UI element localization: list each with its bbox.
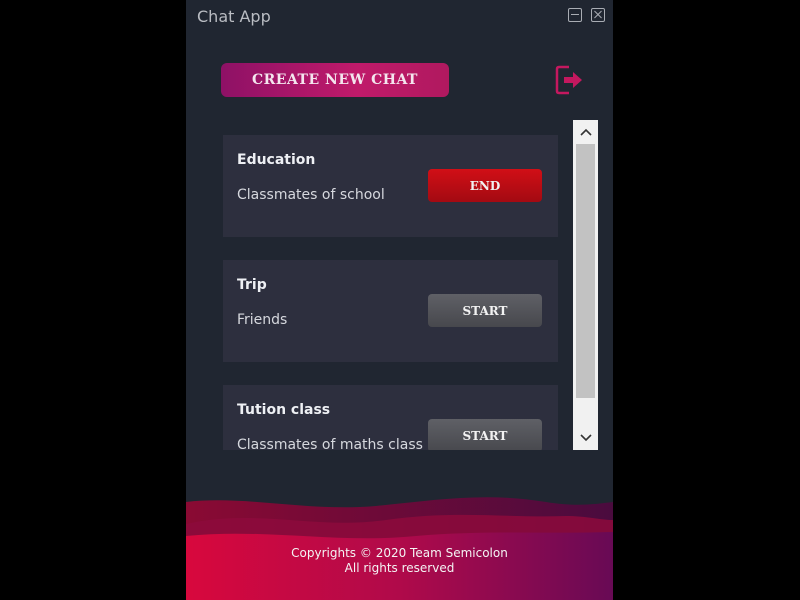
chat-title: Education bbox=[237, 152, 316, 168]
chat-title: Tution class bbox=[237, 402, 331, 418]
scrollbar[interactable] bbox=[573, 120, 598, 450]
chat-card: Education Classmates of school END bbox=[223, 135, 558, 237]
title-bar: Chat App bbox=[186, 0, 613, 34]
create-new-chat-button[interactable]: CREATE NEW CHAT bbox=[221, 63, 449, 97]
chevron-up-icon[interactable] bbox=[573, 120, 598, 144]
rights-line: All rights reserved bbox=[344, 561, 455, 575]
chat-title: Trip bbox=[237, 277, 267, 293]
chat-description: Classmates of school bbox=[237, 187, 385, 203]
end-chat-button[interactable]: END bbox=[428, 169, 542, 202]
copyright-text: Copyrights © 2020 Team Semicolon All rig… bbox=[186, 546, 613, 576]
chat-description: Friends bbox=[237, 312, 288, 328]
chat-list: Education Classmates of school END Trip … bbox=[223, 120, 598, 450]
app-title: Chat App bbox=[197, 7, 271, 26]
close-icon[interactable] bbox=[591, 8, 605, 22]
chat-card: Tution class Classmates of maths class S… bbox=[223, 385, 558, 450]
chat-card: Trip Friends START bbox=[223, 260, 558, 362]
copyright-line: Copyrights © 2020 Team Semicolon bbox=[291, 546, 508, 560]
logout-icon[interactable] bbox=[555, 64, 585, 96]
start-chat-button[interactable]: START bbox=[428, 294, 542, 327]
start-chat-button[interactable]: START bbox=[428, 419, 542, 450]
chevron-down-icon[interactable] bbox=[573, 426, 598, 450]
footer-wave bbox=[186, 497, 613, 600]
chat-app-window: Chat App CREATE NEW CHAT Education Class… bbox=[186, 0, 613, 600]
minimize-icon[interactable] bbox=[568, 8, 582, 22]
chat-description: Classmates of maths class bbox=[237, 437, 423, 450]
scrollbar-thumb[interactable] bbox=[576, 144, 595, 398]
